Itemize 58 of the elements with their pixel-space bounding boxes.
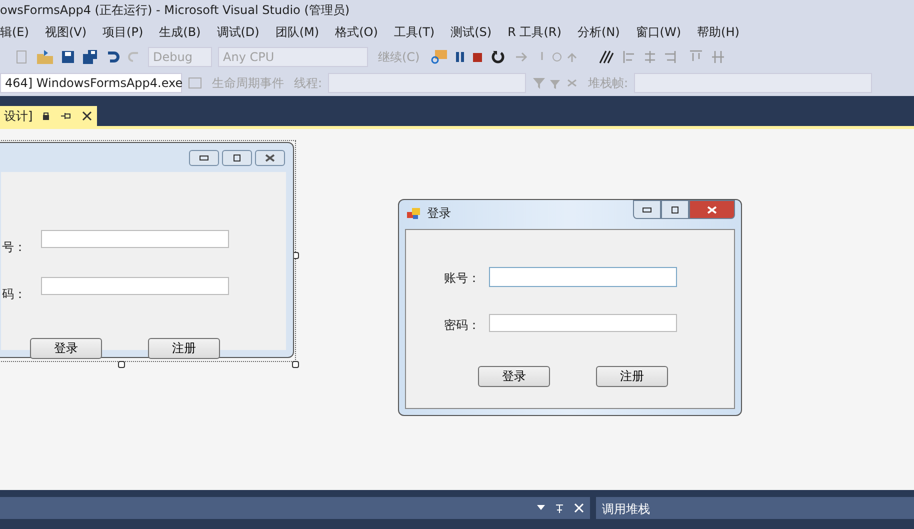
window-title: owsFormsApp4 (正在运行) - Microsoft Visual Studio (管理员)	[0, 2, 350, 18]
menu-item[interactable]: R 工具(R)	[508, 24, 570, 40]
close-icon	[706, 206, 718, 214]
resize-handle[interactable]	[292, 361, 299, 368]
menu-item[interactable]: 辑(E)	[0, 24, 37, 40]
maximize-button[interactable]	[661, 200, 689, 219]
menu-item[interactable]: 项目(P)	[102, 24, 152, 40]
close-button[interactable]	[255, 150, 285, 166]
panel-title: 调用堆栈	[602, 501, 650, 518]
thread-label: 线程:	[294, 74, 322, 92]
minimize-button[interactable]	[189, 150, 219, 166]
menu-item[interactable]: 分析(N)	[577, 24, 628, 40]
password-field[interactable]	[489, 314, 677, 332]
account-label: 账号：	[444, 270, 480, 287]
form-title: 登录	[427, 205, 451, 222]
menu-item[interactable]: 窗口(W)	[636, 24, 690, 40]
minimize-button[interactable]	[633, 200, 661, 219]
close-icon	[264, 154, 276, 162]
process-dropdown[interactable]: 464] WindowsFormsApp4.exe	[0, 73, 182, 93]
form-button[interactable]: 登录	[30, 338, 102, 359]
account-field[interactable]	[41, 230, 229, 248]
account-field[interactable]	[489, 267, 677, 287]
thread-icon[interactable]	[598, 49, 614, 65]
save-icon[interactable]	[60, 49, 76, 65]
menu-item[interactable]: 生成(B)	[159, 24, 209, 40]
maximize-icon	[670, 206, 680, 214]
form-button[interactable]: 注册	[596, 366, 668, 387]
menu-item[interactable]: 团队(M)	[275, 24, 328, 40]
password-field[interactable]	[41, 277, 229, 295]
password-label: 码：	[2, 286, 26, 303]
form-button[interactable]: 登录	[478, 366, 550, 387]
save-all-icon[interactable]	[82, 49, 98, 65]
maximize-icon	[232, 154, 242, 162]
dropdown-icon[interactable]	[537, 505, 545, 511]
stack-frame-label: 堆栈帧:	[588, 74, 628, 92]
form-button[interactable]: 注册	[148, 338, 220, 359]
menu-item[interactable]: 视图(V)	[44, 24, 95, 40]
close-icon[interactable]	[574, 503, 584, 513]
document-tab[interactable]: 设计]	[0, 106, 37, 126]
resize-handle[interactable]	[118, 361, 125, 368]
maximize-button[interactable]	[222, 150, 252, 166]
minimize-icon	[199, 154, 209, 160]
password-label: 密码：	[444, 317, 480, 334]
menu-item[interactable]: 格式(O)	[335, 24, 386, 40]
menu-item[interactable]: 调试(D)	[216, 24, 268, 40]
account-label: 号：	[2, 239, 26, 256]
open-folder-icon[interactable]	[36, 49, 54, 65]
process-icon[interactable]	[430, 49, 448, 65]
close-button[interactable]	[689, 200, 735, 219]
app-icon	[407, 208, 421, 220]
menu-item[interactable]: 测试(S)	[450, 24, 500, 40]
pause-icon[interactable]	[454, 49, 466, 65]
minimize-icon	[642, 206, 652, 212]
pin-icon[interactable]	[555, 502, 564, 514]
close-icon[interactable]	[76, 106, 97, 126]
menu-item[interactable]: 工具(T)	[394, 24, 443, 40]
menu-item[interactable]: 帮助(H)	[697, 24, 748, 40]
restart-icon[interactable]	[490, 49, 506, 65]
